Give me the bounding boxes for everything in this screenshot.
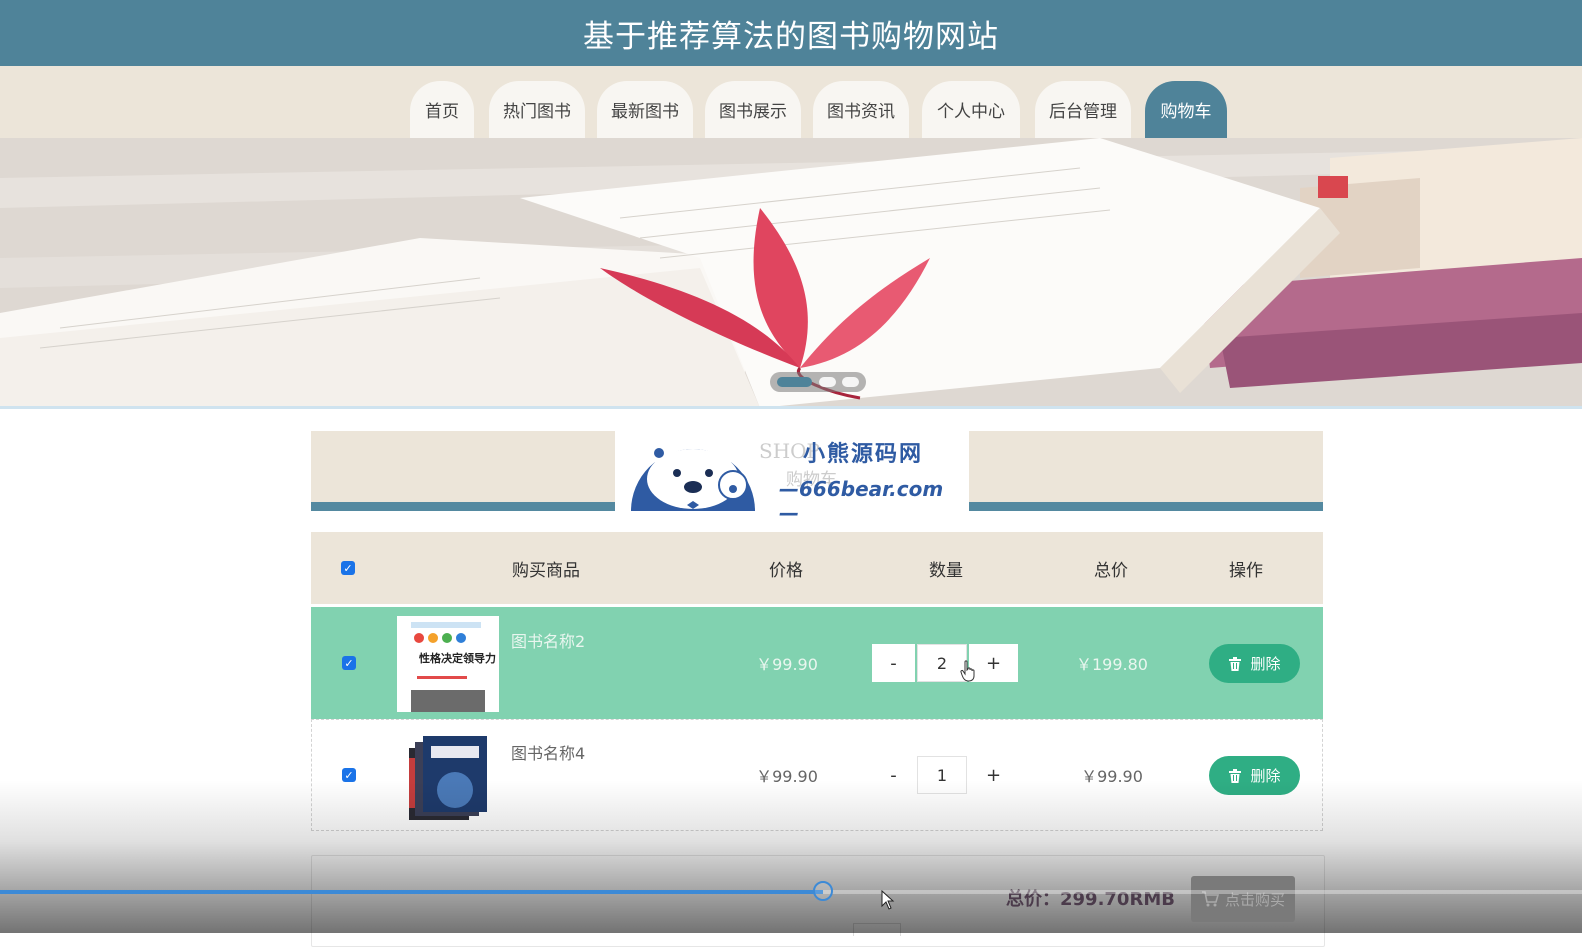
nav-home[interactable]: 首页: [410, 81, 474, 138]
nav-admin[interactable]: 后台管理: [1035, 81, 1131, 138]
delete-label: 删除: [1250, 767, 1281, 785]
carousel-dots: [770, 372, 866, 392]
cart-row[interactable]: ✓ 性格决定领导力 图书名称2 ￥99.90 - 2 + ￥199.80 删除: [311, 607, 1323, 719]
nav-book-news[interactable]: 图书资讯: [813, 81, 909, 138]
buy-button[interactable]: 点击购买: [1191, 876, 1295, 922]
nav-personal-center[interactable]: 个人中心: [922, 81, 1020, 138]
decrease-quantity-button[interactable]: -: [872, 756, 915, 794]
main-nav: 首页 热门图书 最新图书 图书展示 图书资讯 个人中心 后台管理 购物车: [0, 66, 1582, 138]
video-progress-fill: [0, 890, 823, 894]
item-subtotal: ￥99.90: [1081, 767, 1143, 786]
carousel-dot-2[interactable]: [819, 377, 836, 387]
banner-book-illustration: [0, 138, 1582, 408]
nav-new-books[interactable]: 最新图书: [597, 81, 693, 138]
check-icon: ✓: [343, 561, 353, 575]
book-name[interactable]: 图书名称4: [511, 740, 585, 764]
quantity-stepper: - 1 +: [872, 756, 1018, 794]
header-quantity: 数量: [929, 560, 963, 581]
carousel-dot-3[interactable]: [842, 377, 859, 387]
section-heading: SHOP 购物车 小熊源码网 —666bear.com—: [311, 431, 1323, 525]
quantity-value[interactable]: 1: [917, 756, 967, 794]
trash-icon: [1229, 768, 1242, 783]
book-cover-image: [409, 736, 487, 820]
header-action: 操作: [1229, 560, 1263, 581]
header-price: 价格: [769, 560, 803, 581]
book-cover[interactable]: [397, 728, 499, 824]
bear-logo-icon: [631, 443, 755, 511]
video-progress-handle[interactable]: [813, 881, 833, 901]
pager-stub: [853, 923, 901, 936]
site-title: 基于推荐算法的图书购物网站: [583, 18, 999, 55]
cart-row[interactable]: ✓ 图书名称4 ￥99.90 - 1 + ￥99.90 删除: [311, 719, 1323, 831]
trash-icon: [1229, 656, 1242, 671]
delete-button[interactable]: 删除: [1209, 756, 1300, 795]
header-total: 总价: [1094, 560, 1128, 581]
watermark-name: 小熊源码网: [803, 442, 924, 467]
increase-quantity-button[interactable]: +: [969, 756, 1018, 794]
hero-banner: [0, 138, 1582, 408]
cover-title: 性格决定领导力: [419, 652, 496, 665]
item-price: ￥99.90: [756, 767, 818, 786]
top-header: 基于推荐算法的图书购物网站: [0, 0, 1582, 66]
quantity-stepper: - 2 +: [872, 644, 1018, 682]
carousel-dot-1[interactable]: [777, 377, 812, 387]
banner-divider: [0, 406, 1582, 409]
select-all-checkbox[interactable]: ✓: [341, 561, 355, 575]
delete-label: 删除: [1250, 655, 1281, 673]
cart-table: ✓ 购买商品 价格 数量 总价 操作 ✓ 性格决定领导力 图书名称2 ￥99.9…: [311, 532, 1323, 831]
book-cover[interactable]: 性格决定领导力: [397, 616, 499, 712]
mouse-pointer-icon: [881, 890, 895, 910]
watermark: 小熊源码网 —666bear.com—: [629, 431, 961, 525]
book-name[interactable]: 图书名称2: [511, 628, 585, 652]
hand-pointer-icon: [960, 660, 975, 682]
video-progress-bar[interactable]: [0, 890, 1582, 894]
item-price: ￥99.90: [756, 655, 818, 674]
nav-book-display[interactable]: 图书展示: [705, 81, 801, 138]
delete-button[interactable]: 删除: [1209, 644, 1300, 683]
nav-hot-books[interactable]: 热门图书: [489, 81, 585, 138]
item-checkbox[interactable]: ✓: [342, 656, 356, 670]
nav-cart[interactable]: 购物车: [1145, 81, 1227, 138]
cart-total: 总价：299.70RMB: [1006, 889, 1175, 910]
decrease-quantity-button[interactable]: -: [872, 644, 915, 682]
check-icon: ✓: [344, 768, 354, 782]
watermark-url: —666bear.com—: [779, 477, 944, 525]
header-product: 购买商品: [512, 560, 580, 581]
cart-table-header: ✓ 购买商品 价格 数量 总价 操作: [311, 532, 1323, 604]
item-checkbox[interactable]: ✓: [342, 768, 356, 782]
item-subtotal: ￥199.80: [1076, 655, 1148, 674]
check-icon: ✓: [344, 656, 354, 670]
